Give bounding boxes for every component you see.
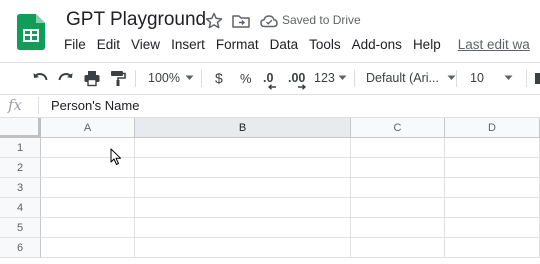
cell[interactable]	[351, 158, 445, 178]
sheets-logo-icon[interactable]	[17, 14, 45, 50]
menu-tools[interactable]: Tools	[309, 37, 341, 52]
cell[interactable]	[351, 218, 445, 238]
toolbar-divider	[201, 70, 202, 87]
row-header[interactable]: 5	[0, 218, 41, 238]
increase-decimal-button[interactable]: .00	[288, 67, 306, 90]
cell[interactable]	[135, 158, 351, 178]
cell[interactable]	[41, 238, 135, 258]
move-to-folder-icon[interactable]	[231, 11, 251, 31]
dropdown-arrow-icon	[185, 75, 194, 80]
cell[interactable]	[41, 178, 135, 198]
dropdown-arrow-icon	[447, 75, 456, 80]
formula-input[interactable]: Person's Name	[51, 98, 139, 113]
zoom-select[interactable]: 100%	[148, 67, 194, 89]
cell[interactable]	[351, 238, 445, 258]
left-arrow-icon	[268, 84, 276, 90]
menu-format[interactable]: Format	[216, 37, 259, 52]
star-icon[interactable]	[204, 11, 224, 31]
last-edit-link[interactable]: Last edit wa	[458, 37, 530, 52]
saved-status: Saved to Drive	[282, 13, 361, 27]
column-header-d[interactable]: D	[445, 118, 540, 138]
currency-format-button[interactable]: $	[215, 67, 223, 89]
cell[interactable]	[135, 238, 351, 258]
menu-data[interactable]: Data	[270, 37, 299, 52]
document-title[interactable]: GPT Playground	[66, 9, 206, 31]
row-header[interactable]: 3	[0, 178, 41, 198]
cell[interactable]	[135, 178, 351, 198]
increase-decimal-label: .00	[288, 71, 306, 85]
menu-view[interactable]: View	[131, 37, 160, 52]
column-header-c[interactable]: C	[351, 118, 445, 138]
font-size-value: 10	[470, 71, 484, 85]
cell[interactable]	[41, 218, 135, 238]
cell[interactable]	[135, 218, 351, 238]
dropdown-arrow-icon	[504, 75, 513, 80]
decrease-decimal-button[interactable]: .0	[263, 67, 276, 90]
toolbar-divider	[135, 70, 136, 87]
mouse-pointer-icon	[110, 148, 121, 165]
sheets-app: GPT Playground Saved to Drive File Edit Vi…	[0, 0, 540, 264]
column-header-a[interactable]: A	[41, 118, 135, 138]
print-icon[interactable]	[82, 67, 102, 89]
formula-bar: fx Person's Name	[0, 94, 540, 118]
menu-edit[interactable]: Edit	[97, 37, 120, 52]
font-select[interactable]: Default (Ari...	[366, 67, 456, 89]
bold-icon[interactable]	[533, 67, 540, 89]
toolbar-divider	[354, 70, 355, 87]
cell[interactable]	[445, 198, 540, 218]
font-size-select[interactable]: 10	[470, 67, 513, 89]
row-header[interactable]: 1	[0, 138, 41, 158]
row-header[interactable]: 6	[0, 238, 41, 258]
decrease-decimal-label: .0	[263, 71, 274, 85]
cell[interactable]	[351, 138, 445, 158]
column-header-b[interactable]: B	[135, 118, 351, 138]
menu-bar: File Edit View Insert Format Data Tools Add-ons…	[64, 37, 540, 55]
more-formats-label: 123	[314, 71, 335, 85]
zoom-value: 100%	[148, 71, 180, 85]
redo-icon[interactable]	[56, 67, 76, 89]
formula-divider	[38, 97, 39, 114]
select-all-corner[interactable]	[0, 118, 41, 138]
cell[interactable]	[445, 238, 540, 258]
paint-format-icon[interactable]	[108, 67, 128, 89]
menu-insert[interactable]: Insert	[171, 37, 205, 52]
cell[interactable]	[135, 138, 351, 158]
cell[interactable]	[445, 158, 540, 178]
function-icon: fx	[8, 96, 23, 114]
toolbar-divider	[526, 70, 527, 87]
toolbar: 100% $ % .0 .00 123 Default (Ari... 10	[0, 62, 540, 95]
toolbar-divider	[456, 70, 457, 87]
menu-file[interactable]: File	[64, 37, 86, 52]
cell[interactable]	[351, 178, 445, 198]
more-formats-select[interactable]: 123	[314, 67, 347, 89]
percent-format-button[interactable]: %	[240, 67, 252, 89]
row-header[interactable]: 2	[0, 158, 41, 178]
menu-help[interactable]: Help	[413, 37, 441, 52]
menu-add-ons[interactable]: Add-ons	[352, 37, 402, 52]
cell[interactable]	[445, 178, 540, 198]
cell[interactable]	[41, 198, 135, 218]
cell[interactable]	[445, 218, 540, 238]
cell[interactable]	[445, 138, 540, 158]
dropdown-arrow-icon	[338, 75, 347, 80]
cell[interactable]	[351, 198, 445, 218]
cell[interactable]	[135, 198, 351, 218]
right-arrow-icon	[298, 84, 306, 90]
cloud-saved-icon[interactable]	[259, 11, 279, 31]
spreadsheet-grid: A B C D 1 2 3 4 5 6	[0, 118, 540, 264]
undo-icon[interactable]	[30, 67, 50, 89]
font-name: Default (Ari...	[366, 71, 439, 85]
row-header[interactable]: 4	[0, 198, 41, 218]
